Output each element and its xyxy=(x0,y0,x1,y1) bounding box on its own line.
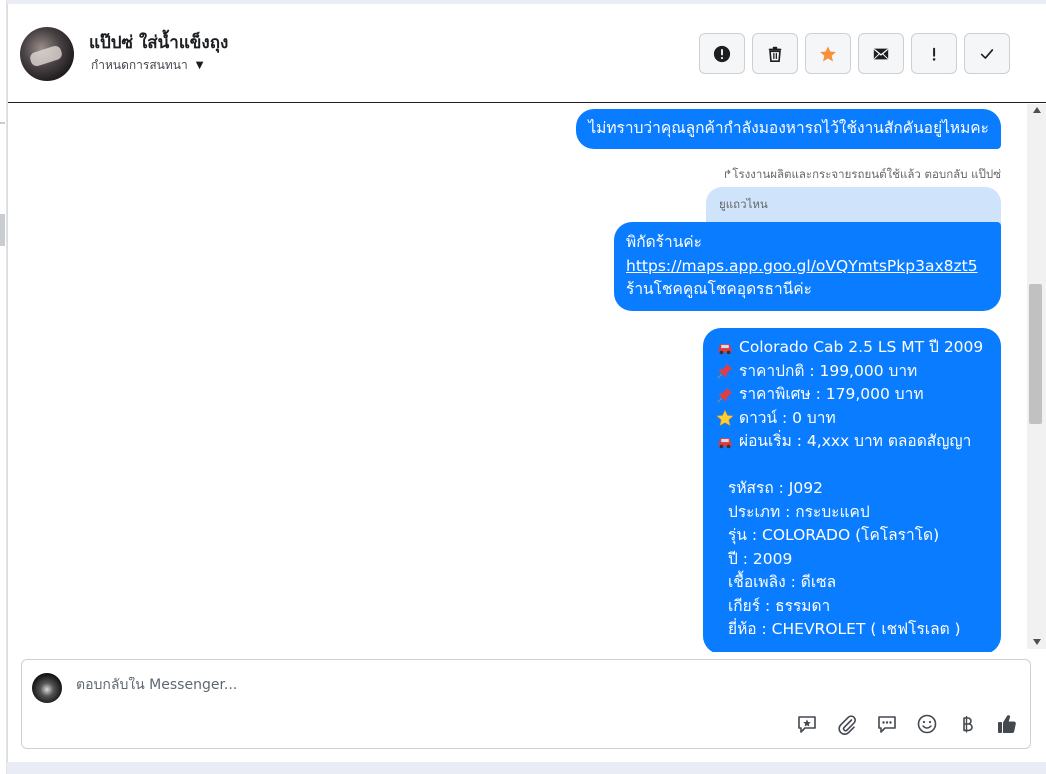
pushpin-emoji-icon xyxy=(717,364,733,379)
envelope-icon xyxy=(873,48,889,59)
conversation-window: แป๊ปซ่ ใส่น้ำแข็งถุง กำหนดการสนทนา ▼ ไม่… xyxy=(7,4,1046,762)
message-line: ร้านโชคคูณโชคอุดรธานีค่ะ xyxy=(626,280,812,298)
message-line: พิกัดร้านค่ะ xyxy=(626,233,702,251)
emoji-icon xyxy=(917,714,937,734)
quoted-text: ยูแถวไหน xyxy=(719,197,768,211)
car-emoji-icon xyxy=(718,343,732,355)
listing-fuel: เชื้อเพลิง : ดีเซล xyxy=(728,573,837,591)
message-text: ไม่ทราบว่าคุณลูกค้ากำลังมองหารถไว้ใช้งาน… xyxy=(588,119,989,137)
pushpin-emoji-icon xyxy=(717,387,733,403)
listing-brand: ยี่ห้อ : CHEVROLET ( เชฟโรเลต ) xyxy=(728,620,961,638)
assign-label: กำหนดการสนทนา xyxy=(91,58,188,72)
contact-name[interactable]: แป๊ปซ่ ใส่น้ำแข็งถุง xyxy=(89,29,228,56)
reply-input[interactable] xyxy=(76,677,676,693)
payment-button[interactable] xyxy=(956,713,978,735)
attach-file-button[interactable] xyxy=(836,713,858,735)
trash-icon xyxy=(768,46,782,62)
listing-model: รุ่น : COLORADO (โคโลราโด) xyxy=(728,526,940,544)
listing-code: รหัสรถ : J092 xyxy=(728,479,823,497)
baht-icon xyxy=(963,716,973,733)
listing-year: ปี : 2009 xyxy=(728,549,793,568)
map-link[interactable]: https://maps.app.goo.gl/oVQYmtsPkp3ax8zt… xyxy=(626,257,978,275)
listing-down-payment: ดาวน์ : 0 บาท xyxy=(739,408,836,427)
message-bubble[interactable]: พิกัดร้านค่ะ https://maps.app.goo.gl/oVQ… xyxy=(614,222,1001,311)
saved-reply-button[interactable] xyxy=(796,713,818,735)
listing-special-price: ราคาพิเศษ : 179,000 บาท xyxy=(739,385,924,403)
listing-type: ประเภท : กระบะแคป xyxy=(728,502,870,521)
like-button[interactable] xyxy=(996,713,1018,735)
composer-tools xyxy=(796,713,1018,735)
star-icon xyxy=(820,45,836,61)
conversation-header: แป๊ปซ่ ใส่น้ำแข็งถุง กำหนดการสนทนา ▼ xyxy=(8,4,1046,103)
star-button[interactable] xyxy=(805,33,851,74)
left-edge-mark xyxy=(0,122,5,124)
listing-installment: ผ่อนเริ่ม : 4,xxx บาท ตลอดสัญญา xyxy=(739,432,972,450)
alert-circle-icon xyxy=(713,45,731,62)
reply-arrow-icon: ↱ xyxy=(722,167,733,181)
saved-reply-icon xyxy=(798,716,816,733)
car-listing-bubble[interactable]: Colorado Cab 2.5 LS MT ปี 2009 ราคาปกติ … xyxy=(703,328,1001,652)
contact-avatar[interactable] xyxy=(20,27,74,81)
listing-gear: เกียร์ : ธรรมดา xyxy=(728,596,831,615)
left-edge-scroll-mark xyxy=(0,214,5,246)
mark-done-button[interactable] xyxy=(964,33,1010,74)
listing-title: Colorado Cab 2.5 LS MT ปี 2009 xyxy=(739,338,984,356)
quick-reply-button[interactable] xyxy=(876,713,898,735)
page-avatar xyxy=(32,673,62,703)
thumbs-up-icon xyxy=(998,715,1016,733)
listing-normal-price: ราคาปกติ : 199,000 บาท xyxy=(739,361,918,380)
message-thread[interactable]: ไม่ทราบว่าคุณลูกค้ากำลังมองหารถไว้ใช้งาน… xyxy=(8,104,1026,652)
quick-reply-icon xyxy=(878,716,896,733)
emoji-button[interactable] xyxy=(916,713,938,735)
message-composer xyxy=(21,659,1031,749)
assign-conversation-dropdown[interactable]: กำหนดการสนทนา ▼ xyxy=(91,56,203,75)
scrollbar-thumb[interactable] xyxy=(1029,284,1042,424)
scroll-down-arrow-icon[interactable] xyxy=(1033,639,1041,645)
checkmark-icon xyxy=(980,48,994,59)
exclamation-icon xyxy=(932,47,936,61)
reply-note-text: โรงงานผลิตและกระจายรถยนต์ใช้แล้ว ตอบกลับ… xyxy=(732,167,1001,181)
reply-context-note: ↱โรงงานผลิตและกระจายรถยนต์ใช้แล้ว ตอบกลั… xyxy=(723,166,1001,184)
attachment-icon xyxy=(838,715,856,735)
delete-button[interactable] xyxy=(752,33,798,74)
caret-down-icon: ▼ xyxy=(195,60,204,71)
report-spam-button[interactable] xyxy=(699,33,745,74)
car-emoji-icon xyxy=(718,437,732,449)
message-bubble[interactable]: ไม่ทราบว่าคุณลูกค้ากำลังมองหารถไว้ใช้งาน… xyxy=(576,109,1001,149)
star-emoji-icon xyxy=(716,409,734,427)
thread-scrollbar[interactable] xyxy=(1027,104,1046,649)
header-actions xyxy=(699,33,1010,74)
left-edge-panel xyxy=(0,0,7,774)
scroll-up-arrow-icon[interactable] xyxy=(1033,107,1041,113)
follow-up-button[interactable] xyxy=(911,33,957,74)
mark-unread-button[interactable] xyxy=(858,33,904,74)
